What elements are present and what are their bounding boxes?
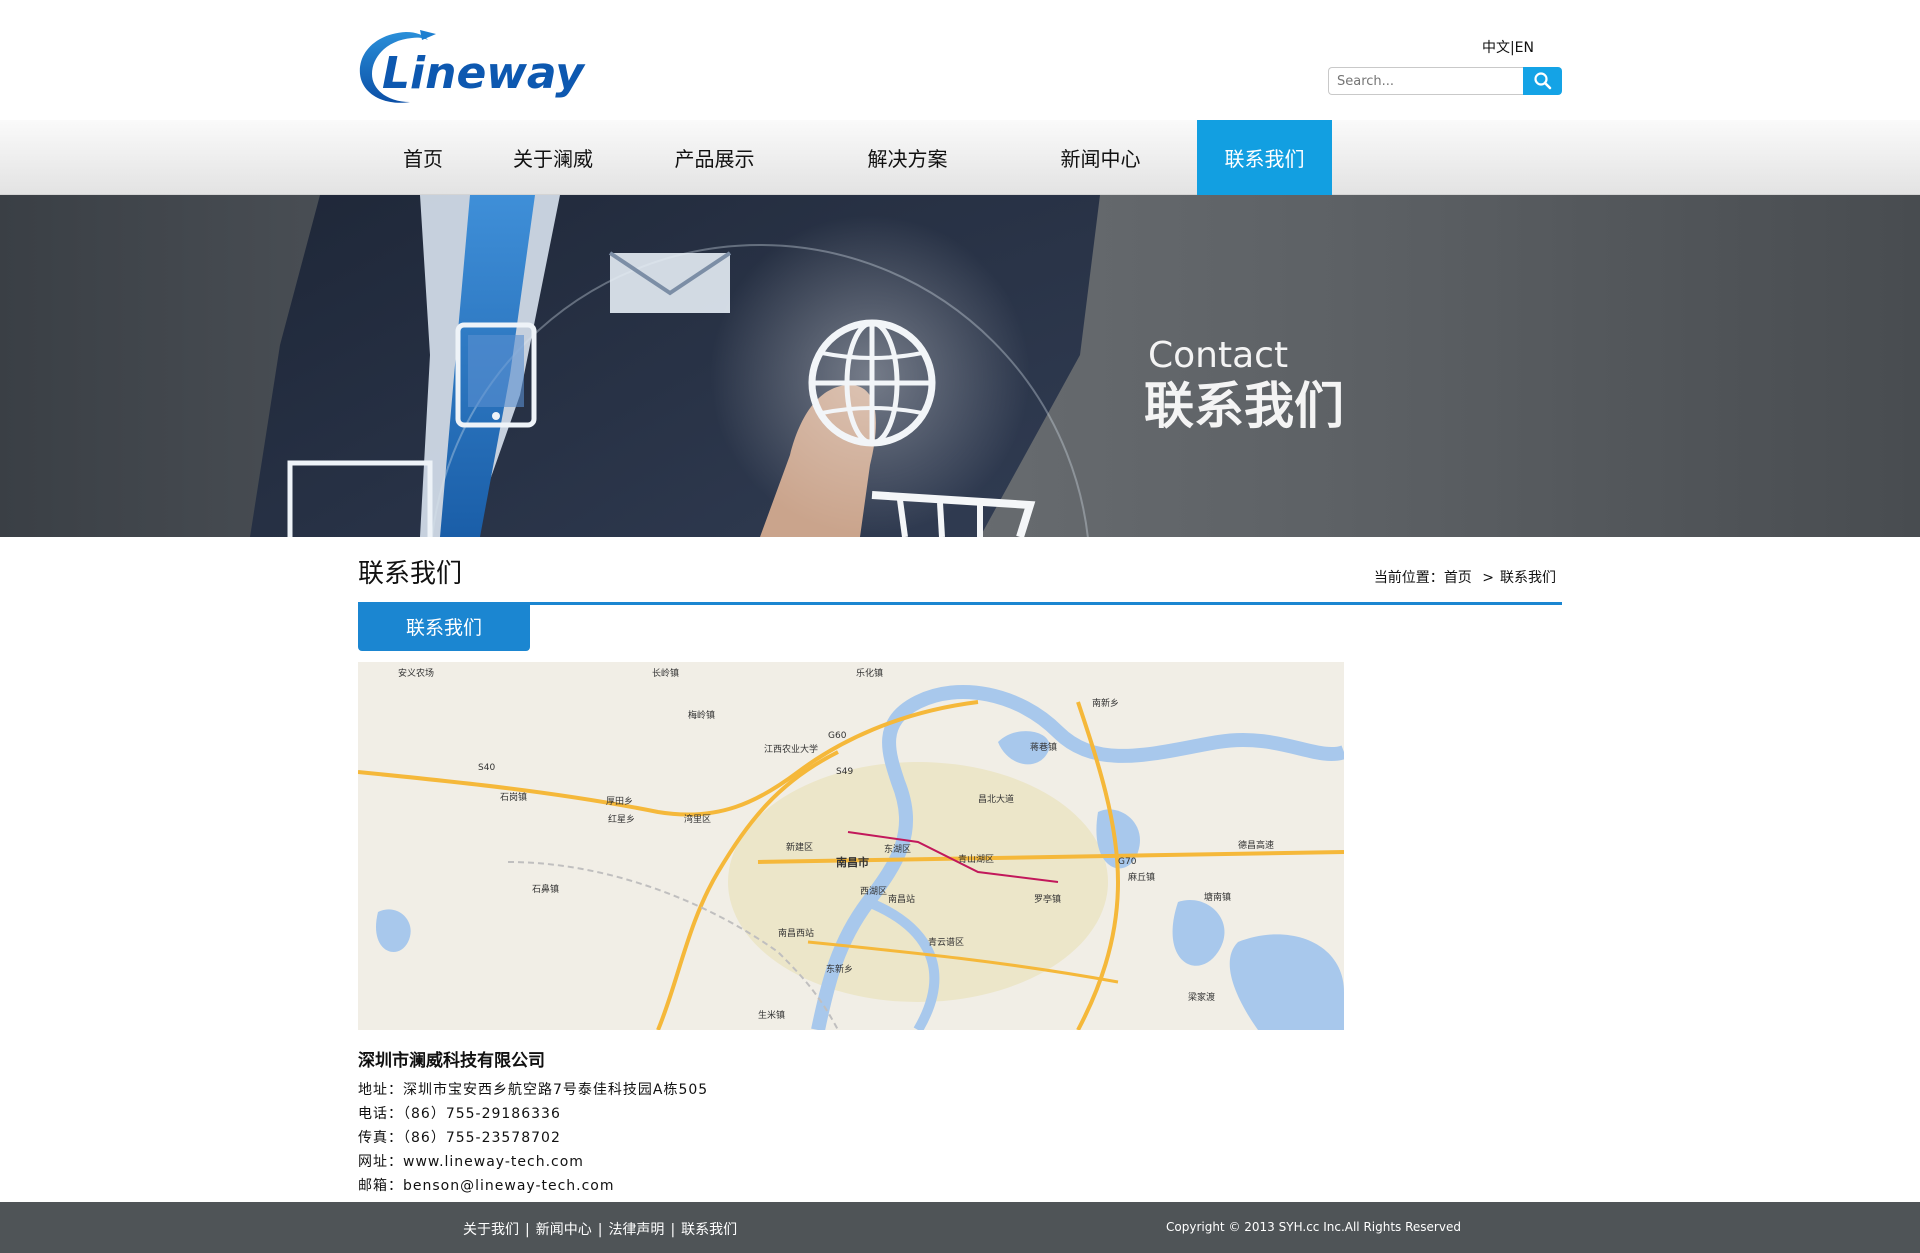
- map-label: 南昌市: [836, 855, 869, 869]
- footer-separator: |: [525, 1222, 530, 1238]
- map-label: S40: [478, 763, 495, 773]
- lang-cn-link[interactable]: 中文: [1482, 40, 1510, 56]
- company-info: 深圳市澜威科技有限公司 地址：深圳市宝安西乡航空路7号泰佳科技园A栋505 电话…: [358, 1046, 1562, 1198]
- main-content: 联系我们 当前位置：首页 > 联系我们 联系我们 南昌市 东湖区 西湖区 青山湖…: [358, 537, 1562, 1198]
- nav-item-about[interactable]: 关于澜威: [488, 120, 618, 195]
- map-label: 昌北大道: [978, 793, 1014, 805]
- contact-banner: Contact 联系我们: [0, 195, 1920, 537]
- map-label: 生米镇: [758, 1009, 785, 1021]
- lineway-logo-graphic: Lineway: [359, 30, 586, 103]
- map-label: 塘南镇: [1204, 891, 1231, 903]
- lake: [1172, 900, 1225, 966]
- footer-link-legal[interactable]: 法律声明: [608, 1222, 664, 1238]
- map-label: 石岗镇: [500, 791, 527, 803]
- nav-item-products[interactable]: 产品展示: [618, 120, 811, 195]
- footer-links: 关于我们 | 新闻中心 | 法律声明 | 联系我们: [460, 1219, 740, 1239]
- banner-artwork: Contact 联系我们: [250, 195, 1344, 537]
- company-address: 地址：深圳市宝安西乡航空路7号泰佳科技园A栋505: [358, 1082, 709, 1098]
- map-label: 长岭镇: [652, 667, 679, 679]
- map-label: 西湖区: [860, 886, 887, 897]
- map-label: 麻丘镇: [1128, 871, 1155, 883]
- location-map[interactable]: 南昌市 东湖区 西湖区 青山湖区 青云谱区 新建区 湾里区 昌北大道 德昌高速 …: [358, 662, 1344, 1030]
- map-label: 厚田乡: [606, 796, 633, 807]
- map-label: 青云谱区: [928, 936, 964, 948]
- copyright-text: Copyright © 2013 SYH.cc Inc.All Rights R…: [1166, 1220, 1461, 1234]
- map-label: 南昌西站: [778, 927, 814, 939]
- content-header: 联系我们 当前位置：首页 > 联系我们: [358, 537, 1562, 605]
- nav-list: 首页 关于澜威 产品展示 解决方案 新闻中心 联系我们: [358, 120, 1562, 195]
- map-label: 安义农场: [398, 667, 434, 679]
- map-label: S49: [836, 767, 853, 777]
- envelope-icon: [608, 251, 732, 313]
- banner-title-en: Contact: [1148, 335, 1288, 376]
- company-email[interactable]: 邮箱：benson@lineway-tech.com: [358, 1174, 1562, 1198]
- search-input[interactable]: [1328, 67, 1523, 95]
- lake: [375, 909, 411, 952]
- main-nav: 首页 关于澜威 产品展示 解决方案 新闻中心 联系我们: [0, 120, 1920, 195]
- search-button[interactable]: [1523, 67, 1562, 95]
- nav-item-home[interactable]: 首页: [358, 120, 488, 195]
- breadcrumb-current: 联系我们: [1500, 570, 1556, 586]
- breadcrumb-home-link[interactable]: 首页: [1444, 570, 1472, 586]
- map-graphic: 南昌市 东湖区 西湖区 青山湖区 青云谱区 新建区 湾里区 昌北大道 德昌高速 …: [358, 667, 1344, 1030]
- map-label: 东新乡: [826, 963, 853, 975]
- company-phone: 电话：（86）755-29186336: [358, 1106, 561, 1122]
- map-label: 罗亭镇: [1034, 893, 1061, 905]
- breadcrumb-separator: >: [1482, 570, 1494, 586]
- map-label: 梁家渡: [1188, 991, 1215, 1003]
- map-label: 德昌高速: [1238, 839, 1274, 851]
- tab-contact[interactable]: 联系我们: [358, 605, 530, 651]
- map-label: 乐化镇: [856, 667, 883, 679]
- map-label: 梅岭镇: [688, 709, 715, 721]
- nav-item-news[interactable]: 新闻中心: [1004, 120, 1197, 195]
- search-bar: [1328, 67, 1562, 95]
- footer-link-news[interactable]: 新闻中心: [536, 1222, 592, 1238]
- map-label: 蒋巷镇: [1030, 741, 1057, 753]
- footer-link-contact[interactable]: 联系我们: [681, 1222, 737, 1238]
- map-label: 青山湖区: [958, 853, 994, 865]
- breadcrumb-prefix: 当前位置：: [1373, 570, 1444, 586]
- map-label: 江西农业大学: [764, 743, 818, 755]
- svg-text:Lineway: Lineway: [382, 48, 586, 99]
- banner-title-cn: 联系我们: [1144, 377, 1344, 435]
- site-footer: 关于我们 | 新闻中心 | 法律声明 | 联系我们 Copyright © 2013 SYH…: [0, 1202, 1920, 1253]
- map-label: 新建区: [786, 841, 813, 853]
- footer-separator: |: [670, 1222, 676, 1238]
- page-title: 联系我们: [358, 559, 463, 589]
- search-icon: [1533, 72, 1551, 90]
- map-label: G70: [1118, 857, 1137, 867]
- nav-item-contact[interactable]: 联系我们: [1197, 120, 1332, 195]
- map-label: 石鼻镇: [532, 883, 559, 895]
- map-label: 红星乡: [608, 813, 635, 825]
- language-switcher: 中文|EN: [1482, 37, 1534, 57]
- nav-item-solutions[interactable]: 解决方案: [811, 120, 1004, 195]
- company-fax: 传真：（86）755-23578702: [358, 1130, 561, 1146]
- breadcrumb: 当前位置：首页 > 联系我们: [1374, 567, 1556, 587]
- map-label: 东湖区: [884, 843, 911, 855]
- company-name: 深圳市澜威科技有限公司: [358, 1051, 545, 1071]
- lang-en-link[interactable]: EN: [1515, 40, 1534, 56]
- lake: [1229, 934, 1344, 1030]
- footer-link-about[interactable]: 关于我们: [463, 1222, 519, 1238]
- map-label: 南新乡: [1092, 697, 1119, 709]
- globe-icon: [808, 319, 936, 447]
- site-header: Lineway 中文|EN: [358, 0, 1562, 120]
- map-label: G60: [828, 731, 847, 741]
- map-label: 南昌站: [888, 893, 915, 905]
- lineway-logo[interactable]: Lineway: [358, 26, 628, 110]
- company-website[interactable]: 网址：www.lineway-tech.com: [358, 1150, 1562, 1174]
- footer-separator: |: [597, 1222, 603, 1238]
- map-label: 湾里区: [684, 813, 711, 825]
